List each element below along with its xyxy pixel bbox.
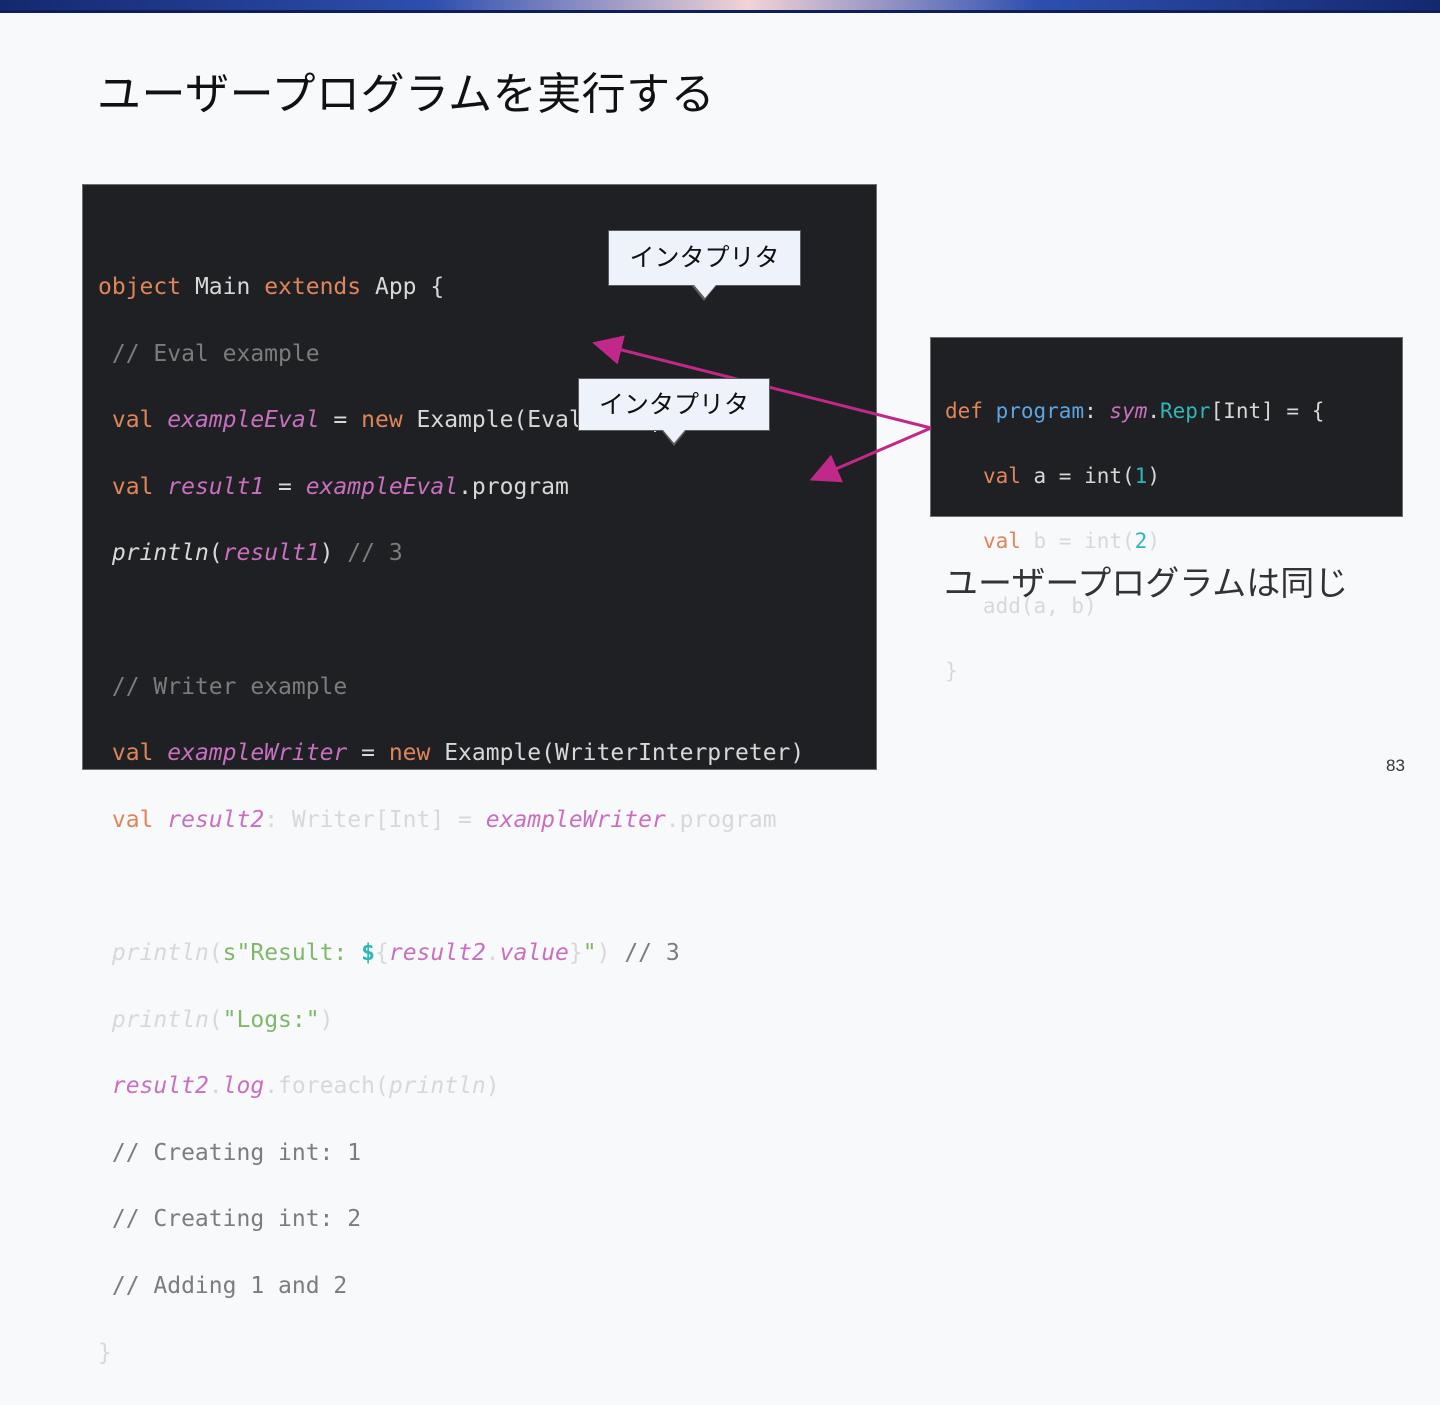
code-line-16: // Adding 1 and 2 bbox=[98, 1272, 804, 1301]
code-string: "Logs:" bbox=[222, 1006, 320, 1033]
caption-text: ユーザープログラムは同じ bbox=[944, 564, 1349, 604]
interpreter-callout-2: インタプリタ bbox=[578, 378, 770, 446]
code-token: ( bbox=[208, 939, 223, 966]
code-token: } bbox=[568, 939, 583, 966]
code-line-13: result2.log.foreach(println) bbox=[98, 1072, 804, 1101]
code-token: ) bbox=[319, 1006, 334, 1033]
code-line-17: } bbox=[98, 1339, 804, 1368]
code-token: : Writer[Int] = bbox=[264, 806, 486, 833]
code-token: println bbox=[111, 1006, 209, 1033]
code-token: } bbox=[98, 1339, 112, 1366]
code-token: log bbox=[222, 1073, 265, 1100]
code-token: result2 bbox=[167, 806, 265, 833]
code-token: ) bbox=[596, 939, 625, 966]
code-token: result2 bbox=[111, 1073, 209, 1100]
code-token: $ bbox=[361, 939, 375, 966]
code-token: exampleWriter bbox=[485, 806, 666, 833]
code-line-9: val result2: Writer[Int] = exampleWriter… bbox=[98, 806, 804, 835]
code-token: { bbox=[375, 939, 389, 966]
code-line-11: println(s"Result: ${result2.value}") // … bbox=[98, 939, 804, 968]
code-token: result2 bbox=[388, 939, 486, 966]
code-token: . bbox=[485, 939, 500, 966]
code-token: .program bbox=[665, 806, 777, 833]
code-token: println bbox=[111, 939, 209, 966]
code-comment: // Creating int: 2 bbox=[98, 1206, 362, 1233]
code-string: s"Result: bbox=[222, 939, 362, 966]
code-comment: // Creating int: 1 bbox=[98, 1139, 362, 1166]
code-token: ( bbox=[208, 1006, 223, 1033]
code-token: val bbox=[98, 806, 154, 833]
page-number: 83 bbox=[1386, 756, 1405, 775]
code-comment: // 3 bbox=[624, 939, 680, 966]
code-comment: // Adding 1 and 2 bbox=[98, 1272, 348, 1299]
code-token: . bbox=[208, 1073, 223, 1100]
code-token: ) bbox=[485, 1073, 500, 1100]
code-string: " bbox=[582, 939, 597, 966]
code-token: println bbox=[388, 1073, 486, 1100]
code-token: value bbox=[499, 939, 569, 966]
interpreter-callout-1: インタプリタ bbox=[608, 230, 801, 301]
code-line-14: // Creating int: 1 bbox=[98, 1139, 804, 1168]
code-line-12: println("Logs:") bbox=[98, 1006, 804, 1035]
arrow-to-result2 bbox=[809, 426, 932, 483]
code-line-15: // Creating int: 2 bbox=[98, 1205, 804, 1234]
code-token: .foreach( bbox=[264, 1073, 389, 1100]
